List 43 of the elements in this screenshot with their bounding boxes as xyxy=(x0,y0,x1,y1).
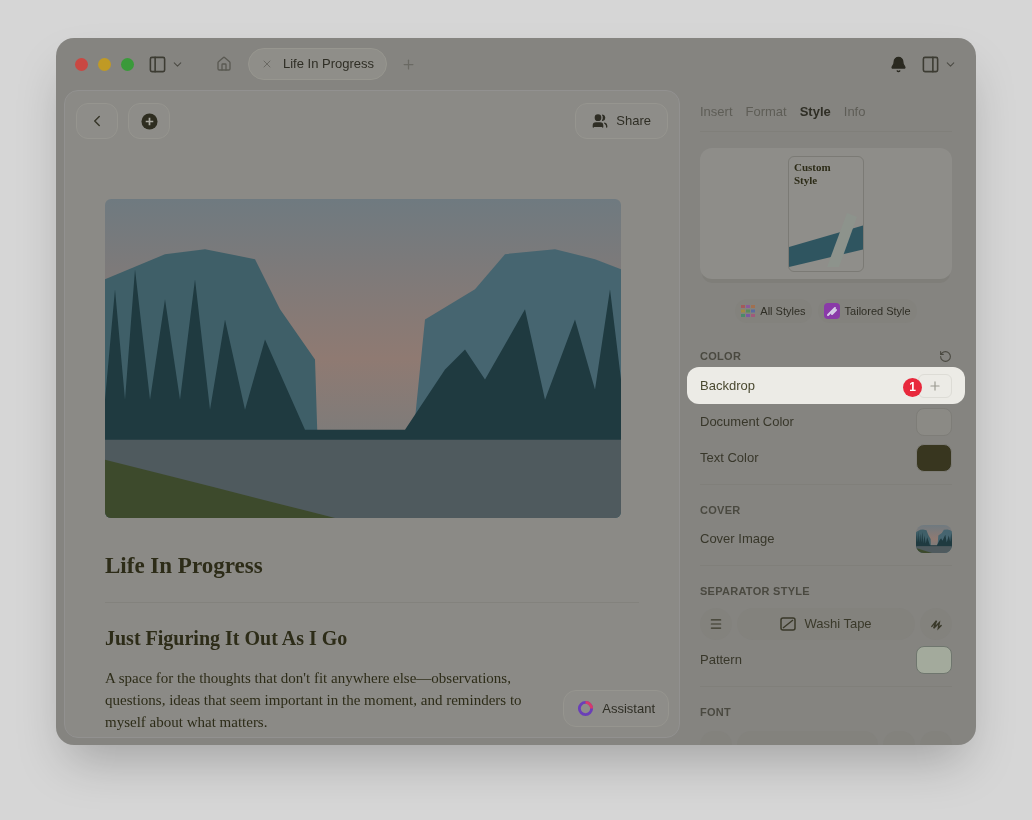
color-swatch[interactable] xyxy=(916,444,952,472)
share-button[interactable]: Share xyxy=(575,103,668,139)
section-header: SEPARATOR STYLE xyxy=(700,583,810,599)
assistant-button[interactable]: Assistant xyxy=(563,690,669,727)
document-subtitle: Just Figuring It Out As I Go xyxy=(105,625,349,652)
zoom-window-button[interactable] xyxy=(121,57,134,71)
section-header: COLOR xyxy=(700,348,742,364)
ring-icon xyxy=(577,700,595,717)
style-thumbnail[interactable]: Custom Style xyxy=(788,155,864,272)
sidebar-icon[interactable] xyxy=(148,54,167,74)
close-window-button[interactable] xyxy=(75,57,88,71)
section-header: FONT xyxy=(700,704,732,720)
row-label: Backdrop xyxy=(700,376,755,395)
close-tab-icon[interactable] xyxy=(261,58,273,70)
cover-thumbnail xyxy=(916,525,952,553)
add-button[interactable] xyxy=(128,103,170,139)
tape-icon xyxy=(780,617,797,631)
row-label: Pattern xyxy=(700,651,742,670)
back-button[interactable] xyxy=(76,103,118,139)
row-label: Text Color xyxy=(700,449,759,468)
document-tab[interactable]: Life In Progress xyxy=(248,48,388,80)
bell-icon[interactable] xyxy=(890,55,907,73)
home-icon[interactable] xyxy=(216,56,232,72)
new-tab-icon[interactable] xyxy=(401,56,417,72)
lines-icon xyxy=(709,617,723,631)
step-badge: 1 xyxy=(903,377,922,397)
document-title: Life In Progress xyxy=(105,552,264,580)
plus-icon xyxy=(928,378,942,393)
style-title: Custom Style xyxy=(793,159,832,187)
brush-icon xyxy=(823,303,840,319)
reset-icon[interactable] xyxy=(939,349,952,363)
inspector-tab[interactable]: Style xyxy=(799,101,831,122)
grid-icon xyxy=(741,305,756,317)
pattern-thumbnail[interactable] xyxy=(916,646,952,674)
row-label: Cover Image xyxy=(700,530,775,549)
minimize-window-button[interactable] xyxy=(98,57,111,71)
row-label: Document Color xyxy=(700,413,794,432)
inspector-icon[interactable] xyxy=(921,54,940,74)
tab-title: Life In Progress xyxy=(283,55,375,74)
plus-circle-icon xyxy=(140,112,158,130)
section-header: COVER xyxy=(700,502,741,518)
body-paragraph: A space for the thoughts that don't fit anywhere else—observations, questions, ideas that seem important in the moment, and reminders to myself about what matters. xyxy=(105,668,523,732)
people-icon xyxy=(592,113,609,129)
